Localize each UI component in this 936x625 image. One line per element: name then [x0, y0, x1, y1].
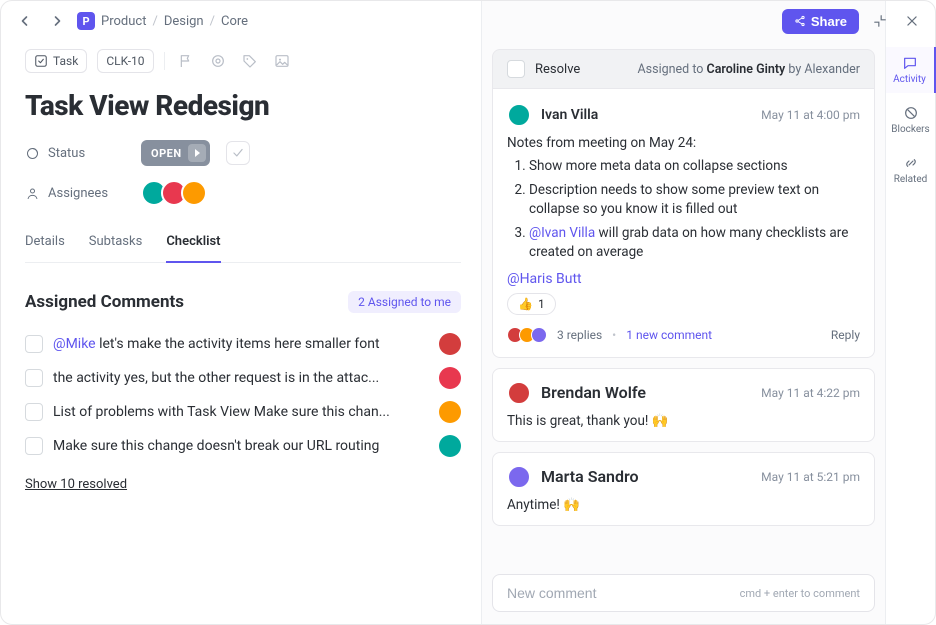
comment-timestamp: May 11 at 4:00 pm: [761, 108, 860, 122]
avatar: [507, 381, 531, 405]
reply-card: Brendan Wolfe May 11 at 4:22 pm This is …: [492, 368, 875, 442]
flag-icon[interactable]: [175, 50, 197, 72]
status-icon: [25, 146, 40, 161]
task-icon: [34, 54, 48, 68]
breadcrumb-list[interactable]: Core: [221, 14, 248, 29]
tag-icon[interactable]: [239, 50, 261, 72]
comment-text: List of problems with Task View Make sur…: [53, 404, 429, 420]
task-type-chip[interactable]: Task: [25, 49, 87, 73]
topbar: P Product / Design / Core Share: [1, 1, 935, 41]
breadcrumb-workspace[interactable]: Product: [101, 14, 146, 29]
nav-forward-button[interactable]: [45, 9, 69, 33]
comment-body: Anytime! 🙌: [507, 497, 860, 513]
comment-author[interactable]: Ivan Villa: [541, 107, 598, 123]
reply-card: Marta Sandro May 11 at 5:21 pm Anytime! …: [492, 452, 875, 526]
rail-activity[interactable]: Activity: [886, 47, 936, 93]
assigned-comment-row[interactable]: List of problems with Task View Make sur…: [25, 395, 461, 429]
avatar: [439, 401, 461, 423]
assigned-comment-row[interactable]: the activity yes, but the other request …: [25, 361, 461, 395]
comment-text: @Mike let's make the activity items here…: [53, 336, 429, 352]
comment-timestamp: May 11 at 5:21 pm: [761, 470, 860, 484]
new-comment-count[interactable]: 1 new comment: [626, 328, 712, 342]
status-label: Status: [25, 146, 125, 161]
rail-blockers[interactable]: Blockers: [886, 97, 936, 143]
comment-author[interactable]: Marta Sandro: [541, 467, 639, 486]
mark-complete-button[interactable]: [226, 141, 250, 165]
comment-composer[interactable]: cmd + enter to comment: [492, 574, 875, 612]
composer-hint: cmd + enter to comment: [740, 587, 860, 600]
image-icon[interactable]: [271, 50, 293, 72]
activity-pane: Resolve Assigned to Caroline Ginty by Al…: [481, 1, 885, 624]
status-next-button[interactable]: [188, 144, 206, 162]
tab-subtasks[interactable]: Subtasks: [89, 224, 143, 262]
breadcrumb-folder[interactable]: Design: [164, 14, 204, 29]
task-pane: Task CLK-10 Task View Redesign Status OP…: [1, 1, 481, 624]
avatar: [507, 465, 531, 489]
checkbox[interactable]: [25, 437, 43, 455]
right-rail: Activity Blockers Related: [885, 1, 935, 624]
mention-link[interactable]: @Haris Butt: [507, 271, 582, 287]
checkbox[interactable]: [25, 403, 43, 421]
avatar: [439, 435, 461, 457]
assignees-stack[interactable]: [141, 180, 207, 206]
repliers-stack: [507, 327, 547, 343]
assigned-to-me-badge[interactable]: 2 Assigned to me: [348, 291, 461, 313]
workspace-badge-icon: P: [77, 12, 95, 30]
assigned-comments-title: Assigned Comments: [25, 292, 184, 312]
avatar: [439, 333, 461, 355]
replies-count[interactable]: 3 replies: [557, 328, 602, 342]
resolve-assigned-to: Assigned to Caroline Ginty by Alexander: [638, 62, 860, 77]
assigned-comment-row[interactable]: Make sure this change doesn't break our …: [25, 429, 461, 463]
chat-icon: [902, 55, 918, 71]
resolve-label: Resolve: [535, 62, 580, 77]
assignees-label: Assignees: [25, 186, 125, 201]
checkbox[interactable]: [25, 335, 43, 353]
share-icon: [794, 15, 806, 27]
reaction-button[interactable]: 👍 1: [507, 293, 556, 315]
nav-back-button[interactable]: [13, 9, 37, 33]
tab-checklist[interactable]: Checklist: [166, 224, 220, 263]
task-id-chip[interactable]: CLK-10: [97, 49, 153, 73]
share-button[interactable]: Share: [782, 9, 859, 34]
show-resolved-link[interactable]: Show 10 resolved: [25, 477, 127, 492]
user-icon: [25, 186, 40, 201]
comment-text: Make sure this change doesn't break our …: [53, 438, 429, 454]
comment-author[interactable]: Brendan Wolfe: [541, 383, 646, 402]
sprint-icon[interactable]: [207, 50, 229, 72]
comment-body: This is great, thank you! 🙌: [507, 413, 860, 429]
minimize-button[interactable]: [869, 10, 891, 32]
comment-text: the activity yes, but the other request …: [53, 370, 429, 386]
comment-thread: Ivan Villa May 11 at 4:00 pm Notes from …: [492, 89, 875, 358]
assigned-comment-row[interactable]: @Mike let's make the activity items here…: [25, 327, 461, 361]
resolve-bar: Resolve Assigned to Caroline Ginty by Al…: [492, 49, 875, 89]
task-title[interactable]: Task View Redesign: [25, 89, 461, 122]
status-badge[interactable]: OPEN: [141, 140, 210, 166]
close-button[interactable]: [901, 10, 923, 32]
avatar: [507, 103, 531, 127]
tab-details[interactable]: Details: [25, 224, 65, 262]
comment-timestamp: May 11 at 4:22 pm: [761, 386, 860, 400]
reply-button[interactable]: Reply: [831, 328, 860, 342]
tabs: Details Subtasks Checklist: [25, 224, 461, 263]
rail-related[interactable]: Related: [886, 147, 936, 193]
comment-input[interactable]: [507, 585, 732, 601]
link-icon: [903, 155, 919, 171]
breadcrumb: P Product / Design / Core: [77, 12, 248, 30]
checkbox[interactable]: [25, 369, 43, 387]
comment-body: Notes from meeting on May 24: Show more …: [507, 135, 860, 287]
resolve-checkbox[interactable]: [507, 60, 525, 78]
avatar: [439, 367, 461, 389]
avatar: [181, 180, 207, 206]
blocker-icon: [903, 105, 919, 121]
